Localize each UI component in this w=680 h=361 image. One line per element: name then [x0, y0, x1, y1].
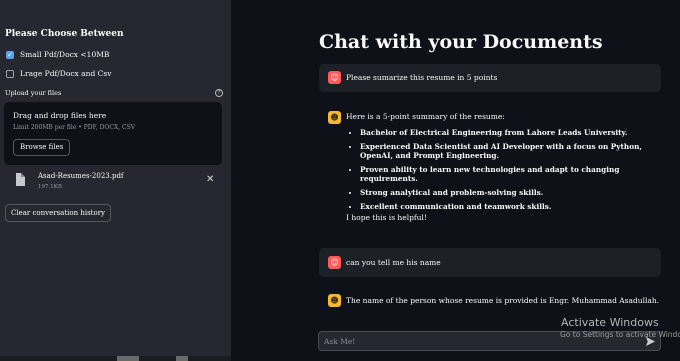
user-avatar-icon: ☺ [328, 71, 341, 84]
taskbar-strip [0, 356, 231, 361]
uploaded-file-name: Asad-Resumes-2023.pdf [38, 172, 124, 180]
main-area: Chat with your Documents ☺ Please sumari… [231, 0, 680, 361]
list-item: Proven ability to learn new technologies… [360, 165, 652, 183]
chat-message-user: ☺ can you tell me his name [319, 248, 661, 277]
list-item: Excellent communication and teamwork ski… [360, 202, 652, 211]
list-item: Bachelor of Electrical Engineering from … [360, 128, 652, 137]
checkbox-large-files-label: Lrage Pdf/Docx and Csv [20, 69, 112, 78]
message-intro: Here is a 5-point summary of the resume: [346, 112, 505, 121]
dropzone-limit: Limit 200MB per file • PDF, DOCX, CSV [13, 124, 136, 131]
file-icon [16, 173, 25, 186]
bot-avatar-icon: ☻ [328, 294, 341, 307]
checkbox-small-files-label: Small Pdf/Docx <10MB [20, 50, 110, 59]
help-icon[interactable]: ? [215, 89, 223, 97]
user-avatar-icon: ☺ [328, 256, 341, 269]
taskbar-item [117, 356, 139, 361]
activation-watermark-subtitle: Go to Settings to activate Windows. [560, 330, 680, 339]
remove-file-icon[interactable]: ✕ [206, 175, 214, 185]
taskbar-item [176, 356, 188, 361]
message-text: can you tell me his name [346, 258, 441, 267]
dropzone-title: Drag and drop files here [13, 111, 107, 120]
clear-history-button[interactable]: Clear conversation history [5, 204, 112, 222]
summary-list: Bachelor of Electrical Engineering from … [360, 128, 652, 216]
message-text: Please sumarize this resume in 5 points [346, 73, 498, 82]
activation-watermark-title: Activate Windows [561, 316, 659, 329]
sidebar-title: Please Choose Between [5, 29, 124, 39]
checkbox-large-files[interactable]: Lrage Pdf/Docx and Csv [6, 69, 111, 78]
checkbox-unchecked-icon[interactable] [6, 69, 14, 78]
sidebar: Please Choose Between ✓ Small Pdf/Docx <… [0, 0, 231, 361]
chat-message-user: ☺ Please sumarize this resume in 5 point… [319, 64, 661, 92]
message-closing: I hope this is helpful! [346, 213, 427, 222]
chat-message-assistant: ☻ The name of the person whose resume is… [319, 288, 661, 316]
list-item: Experienced Data Scientist and AI Develo… [360, 142, 652, 160]
checkbox-small-files[interactable]: ✓ Small Pdf/Docx <10MB [6, 50, 109, 59]
file-dropzone[interactable]: Drag and drop files here Limit 200MB per… [4, 102, 222, 165]
list-item: Strong analytical and problem-solving sk… [360, 188, 652, 197]
message-text: The name of the person whose resume is p… [346, 296, 660, 305]
checkbox-checked-icon[interactable]: ✓ [6, 50, 14, 59]
chat-message-assistant: ☻ Here is a 5-point summary of the resum… [319, 101, 661, 237]
browse-files-button[interactable]: Browse files [13, 139, 71, 156]
page-title: Chat with your Documents [319, 31, 603, 53]
bot-avatar-icon: ☻ [328, 111, 341, 124]
upload-label: Upload your files [5, 89, 62, 97]
uploaded-file-size: 197.1KB [38, 184, 62, 190]
